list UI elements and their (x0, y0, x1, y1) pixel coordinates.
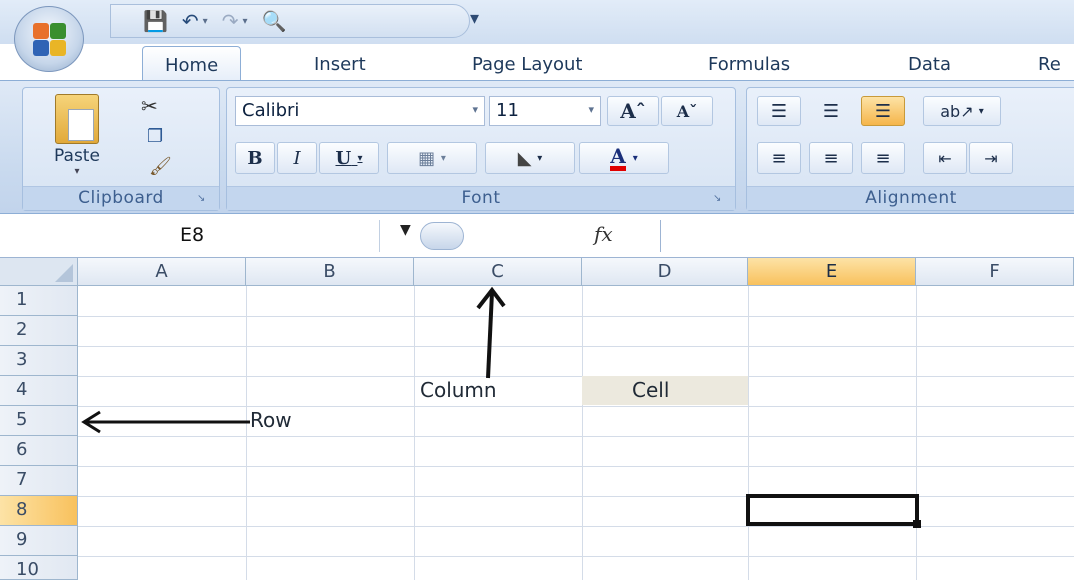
font-group: Calibri ▾ 11 ▾ Aˆ Aˇ B I U ▾ ▦ ▾ ◣ ▾ A ▾… (226, 87, 736, 211)
decrease-indent-icon: ⇤ (938, 148, 952, 168)
shrink-font-button[interactable]: Aˇ (661, 96, 713, 126)
font-family-value: Calibri (242, 100, 300, 121)
quick-access-toolbar: 💾 ↶ ▾ ↷ ▾ 🔍 (110, 4, 470, 38)
align-left-icon: ≡ (771, 147, 787, 169)
borders-button[interactable]: ▦ ▾ (387, 142, 477, 174)
decrease-indent-button[interactable]: ⇤ (923, 142, 967, 174)
increase-indent-icon: ⇥ (984, 148, 998, 168)
align-center-button[interactable]: ≡ (809, 142, 853, 174)
name-box[interactable]: E8 (0, 220, 380, 252)
column-arrow-icon (476, 286, 506, 379)
orientation-icon: ab↗ (940, 101, 974, 121)
clipboard-group: Paste ▾ ✂ ❐ 🖌 Clipboard ↘ (22, 87, 220, 211)
grow-font-button[interactable]: Aˆ (607, 96, 659, 126)
tab-data[interactable]: Data (886, 50, 973, 80)
paste-icon (55, 94, 99, 144)
fill-color-button[interactable]: ◣ ▾ (485, 142, 575, 174)
cut-icon[interactable]: ✂ (141, 94, 158, 118)
bottom-align-button[interactable]: ☰ (861, 96, 905, 126)
customize-qat-icon[interactable]: ▾ (470, 8, 479, 29)
name-box-dropdown-icon[interactable]: ▼ (400, 222, 411, 238)
alignment-group: ☰ ☰ ☰ ab↗ ▾ ≡ ≡ ≡ ⇤ ⇥ Alignment (746, 87, 1074, 211)
format-painter-icon[interactable]: 🖌 (149, 156, 172, 177)
print-preview-icon[interactable]: 🔍 (262, 11, 287, 31)
save-icon[interactable]: 💾 (143, 11, 168, 31)
font-launcher-icon[interactable]: ↘ (713, 192, 727, 206)
worksheet-grid[interactable]: A B C D E F 1 2 3 4 5 6 7 8 9 10 Column … (0, 258, 1074, 580)
alignment-group-label: Alignment (747, 186, 1074, 210)
clipboard-group-label: Clipboard (23, 186, 219, 210)
undo-icon[interactable]: ↶ (182, 11, 199, 31)
font-color-icon: A (610, 146, 626, 171)
clipboard-launcher-icon[interactable]: ↘ (197, 192, 211, 206)
align-left-button[interactable]: ≡ (757, 142, 801, 174)
bold-button[interactable]: B (235, 142, 275, 174)
formula-input[interactable] (660, 220, 1074, 252)
bottom-align-icon: ☰ (874, 100, 892, 122)
formula-bar-expand-button[interactable] (420, 222, 464, 250)
office-logo-icon (33, 23, 67, 57)
paste-dropdown-icon: ▾ (74, 166, 80, 177)
office-button[interactable] (14, 6, 84, 72)
fill-bucket-icon: ◣ (517, 147, 532, 169)
redo-dropdown-icon[interactable]: ▾ (242, 16, 247, 27)
font-size-value: 11 (496, 100, 519, 121)
font-size-combo[interactable]: 11 ▾ (489, 96, 601, 126)
increase-indent-button[interactable]: ⇥ (969, 142, 1013, 174)
ribbon: Paste ▾ ✂ ❐ 🖌 Clipboard ↘ Calibri ▾ 11 ▾… (0, 80, 1074, 214)
redo-icon[interactable]: ↷ (222, 11, 239, 31)
chevron-down-icon: ▾ (472, 103, 478, 116)
tab-page-layout[interactable]: Page Layout (450, 50, 605, 80)
undo-dropdown-icon[interactable]: ▾ (203, 16, 208, 27)
top-align-button[interactable]: ☰ (757, 96, 801, 126)
name-box-value: E8 (180, 224, 205, 246)
copy-icon[interactable]: ❐ (147, 126, 163, 147)
active-cell-e8[interactable] (746, 494, 919, 526)
annotation-arrows (81, 286, 506, 434)
middle-align-icon: ☰ (822, 100, 840, 122)
row-arrow-icon (81, 410, 250, 434)
underline-button[interactable]: U ▾ (319, 142, 379, 174)
align-right-button[interactable]: ≡ (861, 142, 905, 174)
top-align-icon: ☰ (770, 100, 788, 122)
italic-button[interactable]: I (277, 142, 317, 174)
tab-review[interactable]: Re (1016, 50, 1074, 80)
insert-function-icon[interactable]: fx (594, 222, 613, 246)
font-family-combo[interactable]: Calibri ▾ (235, 96, 485, 126)
formula-bar: E8 ▼ fx (0, 214, 1074, 258)
font-group-label: Font (227, 186, 735, 210)
paste-label: Paste (54, 146, 100, 166)
ribbon-tabs: Home Insert Page Layout Formulas Data Re (120, 44, 1074, 81)
tab-formulas[interactable]: Formulas (686, 50, 812, 80)
fill-handle[interactable] (913, 520, 921, 528)
font-color-button[interactable]: A ▾ (579, 142, 669, 174)
paste-button[interactable]: Paste ▾ (33, 92, 121, 184)
middle-align-button[interactable]: ☰ (809, 96, 853, 126)
tab-home[interactable]: Home (142, 46, 242, 81)
orientation-button[interactable]: ab↗ ▾ (923, 96, 1001, 126)
chevron-down-icon: ▾ (588, 103, 594, 116)
align-right-icon: ≡ (875, 147, 891, 169)
align-center-icon: ≡ (823, 147, 839, 169)
tab-insert[interactable]: Insert (292, 50, 388, 80)
